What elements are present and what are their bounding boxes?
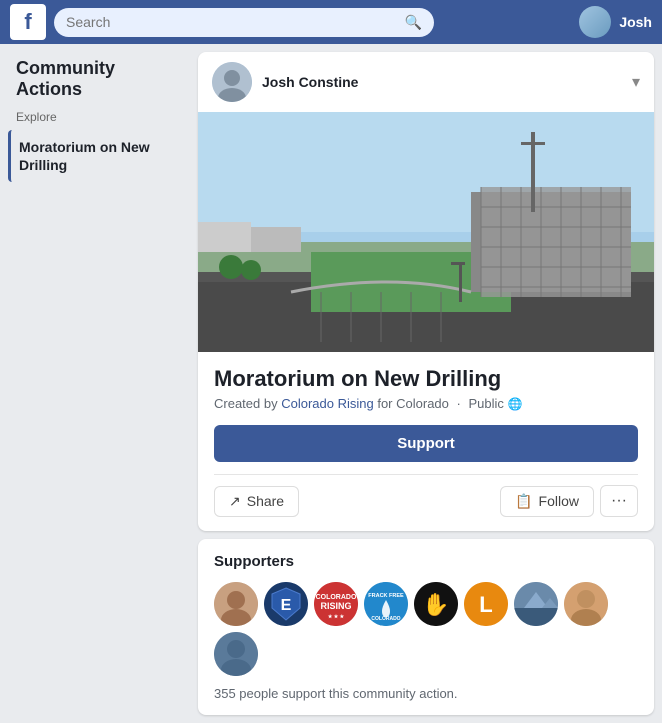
supporters-card: Supporters E xyxy=(198,539,654,715)
support-button[interactable]: Support xyxy=(214,425,638,462)
card-body: Moratorium on New Drilling Created by Co… xyxy=(198,352,654,531)
supporters-title: Supporters xyxy=(214,553,638,570)
explore-label: Explore xyxy=(8,110,190,124)
follow-label: Follow xyxy=(539,493,579,509)
follow-section: 📋 Follow ··· xyxy=(500,485,638,517)
sidebar: Community Actions Explore Moratorium on … xyxy=(0,44,190,723)
visibility-label: Public xyxy=(468,396,503,411)
share-icon: ↗ xyxy=(229,493,241,510)
svg-text:COLORADO: COLORADO xyxy=(371,616,400,622)
nav-right: Josh xyxy=(579,6,652,38)
supporter-avatar[interactable] xyxy=(564,582,608,626)
top-navigation: f 🔍 Josh xyxy=(0,0,662,44)
svg-text:FRACK FREE: FRACK FREE xyxy=(368,593,404,599)
svg-text:L: L xyxy=(479,592,492,617)
sidebar-item-moratorium[interactable]: Moratorium on New Drilling xyxy=(8,130,190,182)
avatar[interactable] xyxy=(579,6,611,38)
supporter-avatar[interactable] xyxy=(214,632,258,676)
nav-username: Josh xyxy=(619,14,652,30)
creator-link[interactable]: Colorado Rising xyxy=(281,396,374,411)
svg-text:COLORADO: COLORADO xyxy=(316,594,357,601)
search-bar[interactable]: 🔍 xyxy=(54,8,434,37)
action-title: Moratorium on New Drilling xyxy=(214,366,638,392)
share-label: Share xyxy=(247,493,284,509)
main-layout: Community Actions Explore Moratorium on … xyxy=(0,44,662,723)
post-card: Josh Constine ▾ xyxy=(198,52,654,531)
supporter-avatar[interactable]: COLORADO RISING ★ ★ ★ xyxy=(314,582,358,626)
sidebar-title: Community Actions xyxy=(8,58,190,100)
supporter-avatar[interactable]: L xyxy=(464,582,508,626)
svg-text:✋: ✋ xyxy=(422,592,449,617)
post-author: Josh Constine xyxy=(262,74,358,90)
sidebar-item-label: Moratorium on New Drilling xyxy=(19,138,182,174)
more-button[interactable]: ··· xyxy=(600,485,638,517)
created-by-label: Created by xyxy=(214,396,278,411)
svg-text:★ ★ ★: ★ ★ ★ xyxy=(328,614,345,620)
supporter-avatar[interactable] xyxy=(214,582,258,626)
post-header: Josh Constine ▾ xyxy=(198,52,654,112)
supporters-avatars: E COLORADO RISING ★ ★ ★ FR xyxy=(214,582,638,676)
share-button[interactable]: ↗ Share xyxy=(214,486,299,517)
avatar xyxy=(212,62,252,102)
search-icon: 🔍 xyxy=(405,14,422,31)
svg-text:RISING: RISING xyxy=(320,601,351,611)
action-row: ↗ Share 📋 Follow ··· xyxy=(214,474,638,517)
search-input[interactable] xyxy=(66,14,401,30)
facebook-logo[interactable]: f xyxy=(10,4,46,40)
for-region: for Colorado xyxy=(377,396,449,411)
follow-button[interactable]: 📋 Follow xyxy=(500,486,594,517)
action-meta: Created by Colorado Rising for Colorado … xyxy=(214,396,638,411)
chevron-down-icon[interactable]: ▾ xyxy=(632,72,640,92)
globe-icon: 🌐 xyxy=(508,397,523,411)
follow-icon: 📋 xyxy=(515,493,532,510)
svg-text:E: E xyxy=(281,597,292,614)
separator: · xyxy=(457,396,461,411)
hero-image xyxy=(198,112,654,352)
supporter-avatar[interactable]: E xyxy=(264,582,308,626)
supporters-count: 355 people support this community action… xyxy=(214,686,638,701)
supporter-avatar[interactable]: FRACK FREE COLORADO xyxy=(364,582,408,626)
supporter-avatar[interactable]: ✋ xyxy=(414,582,458,626)
main-content: Josh Constine ▾ xyxy=(190,44,662,723)
supporter-avatar[interactable] xyxy=(514,582,558,626)
